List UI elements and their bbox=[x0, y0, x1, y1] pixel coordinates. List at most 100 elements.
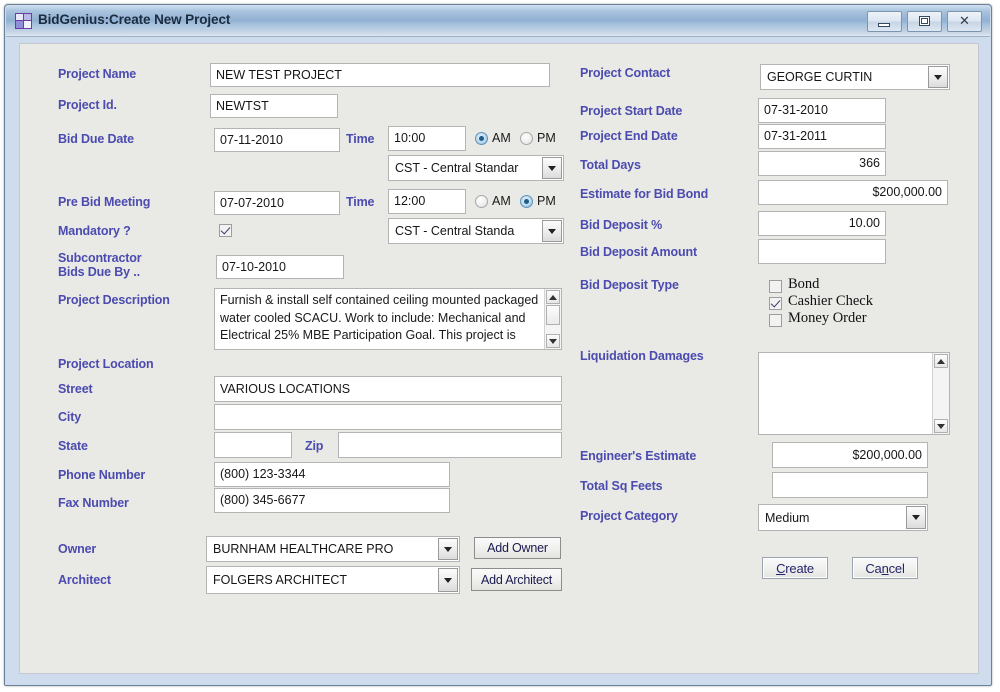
phone-number-input[interactable]: (800) 123-3344 bbox=[214, 462, 450, 487]
project-description-textarea[interactable]: Furnish & install self contained ceiling… bbox=[214, 288, 562, 350]
bid-due-am-label: AM bbox=[492, 131, 511, 145]
project-location-label: Project Location bbox=[58, 357, 154, 371]
project-contact-select[interactable]: GEORGE CURTIN bbox=[760, 64, 950, 90]
bid-due-date-input[interactable]: 07-11-2010 bbox=[214, 128, 340, 152]
app-window-icon bbox=[15, 13, 32, 29]
mandatory-label: Mandatory ? bbox=[58, 224, 131, 238]
total-days-label: Total Days bbox=[580, 158, 641, 172]
mandatory-checkbox[interactable] bbox=[219, 224, 232, 237]
bid-due-pm-label: PM bbox=[537, 131, 556, 145]
project-contact-value: GEORGE CURTIN bbox=[761, 70, 928, 84]
engineers-estimate-label: Engineer's Estimate bbox=[580, 449, 696, 463]
estimate-for-bid-bond-input[interactable]: $200,000.00 bbox=[758, 180, 948, 205]
estimate-for-bid-bond-label: Estimate for Bid Bond bbox=[580, 187, 708, 201]
maximize-icon bbox=[919, 16, 930, 26]
project-start-date-input[interactable]: 07-31-2010 bbox=[758, 98, 886, 123]
add-owner-button[interactable]: Add Owner bbox=[474, 537, 561, 559]
project-start-date-label: Project Start Date bbox=[580, 104, 682, 118]
architect-select[interactable]: FOLGERS ARCHITECT bbox=[206, 566, 460, 594]
pre-bid-time-label: Time bbox=[346, 195, 374, 209]
liquidation-damages-textarea[interactable] bbox=[758, 352, 950, 435]
project-category-label: Project Category bbox=[580, 509, 678, 523]
bid-deposit-amount-input[interactable] bbox=[758, 239, 886, 264]
city-input[interactable] bbox=[214, 404, 562, 430]
add-architect-button[interactable]: Add Architect bbox=[471, 568, 562, 591]
total-sq-feets-label: Total Sq Feets bbox=[580, 479, 662, 493]
bid-due-am-radio[interactable] bbox=[475, 132, 488, 145]
liquidation-damages-scrollbar[interactable] bbox=[932, 353, 949, 434]
title-bar[interactable]: BidGenius:Create New Project ✕ bbox=[6, 6, 990, 37]
project-name-label: Project Name bbox=[58, 67, 136, 81]
project-name-input[interactable]: NEW TEST PROJECT bbox=[210, 63, 550, 87]
pre-bid-meeting-date-input[interactable]: 07-07-2010 bbox=[214, 191, 340, 215]
pre-bid-pm-label: PM bbox=[537, 194, 556, 208]
project-description-label: Project Description bbox=[58, 293, 170, 307]
chevron-down-icon[interactable] bbox=[438, 568, 458, 592]
close-icon: ✕ bbox=[957, 14, 972, 29]
scroll-down-icon[interactable] bbox=[546, 334, 560, 348]
bid-deposit-type-cashier-check-label: Cashier Check bbox=[788, 293, 873, 310]
scroll-thumb[interactable] bbox=[546, 305, 560, 325]
application-window: BidGenius:Create New Project ✕ Project N… bbox=[4, 4, 992, 686]
scroll-up-icon[interactable] bbox=[546, 290, 560, 304]
close-button[interactable]: ✕ bbox=[947, 11, 982, 32]
bid-deposit-type-bond-label: Bond bbox=[788, 276, 819, 293]
project-contact-label: Project Contact bbox=[580, 66, 670, 80]
chevron-down-icon[interactable] bbox=[928, 66, 948, 88]
chevron-down-icon[interactable] bbox=[542, 157, 562, 179]
project-category-value: Medium bbox=[759, 511, 906, 525]
bid-due-timezone-select[interactable]: CST - Central Standar bbox=[388, 155, 564, 181]
state-input[interactable] bbox=[214, 432, 292, 458]
city-label: City bbox=[58, 410, 81, 424]
bid-deposit-type-label: Bid Deposit Type bbox=[580, 278, 679, 292]
owner-select[interactable]: BURNHAM HEALTHCARE PRO bbox=[206, 536, 460, 562]
bid-due-timezone-value: CST - Central Standar bbox=[389, 161, 542, 175]
subcontractor-bids-due-label: Subcontractor Bids Due By .. bbox=[58, 252, 141, 279]
minimize-icon bbox=[878, 23, 890, 27]
bid-deposit-type-money-order-label: Money Order bbox=[788, 310, 867, 327]
project-id-input[interactable]: NEWTST bbox=[210, 94, 338, 118]
zip-label: Zip bbox=[305, 439, 323, 453]
bid-due-date-label: Bid Due Date bbox=[58, 132, 134, 146]
scroll-down-icon[interactable] bbox=[934, 419, 948, 433]
bid-due-pm-radio[interactable] bbox=[520, 132, 533, 145]
subcontractor-bids-due-input[interactable]: 07-10-2010 bbox=[216, 255, 344, 279]
scroll-up-icon[interactable] bbox=[934, 354, 948, 368]
chevron-down-icon[interactable] bbox=[438, 538, 458, 560]
bid-deposit-pct-input[interactable]: 10.00 bbox=[758, 211, 886, 236]
total-days-input[interactable]: 366 bbox=[758, 151, 886, 176]
pre-bid-pm-radio[interactable] bbox=[520, 195, 533, 208]
bid-deposit-type-money-order-checkbox[interactable] bbox=[769, 314, 782, 327]
engineers-estimate-input[interactable]: $200,000.00 bbox=[772, 442, 928, 468]
pre-bid-meeting-label: Pre Bid Meeting bbox=[58, 195, 150, 209]
chevron-down-icon[interactable] bbox=[906, 506, 926, 529]
pre-bid-am-label: AM bbox=[492, 194, 511, 208]
fax-number-input[interactable]: (800) 345-6677 bbox=[214, 488, 450, 513]
architect-label: Architect bbox=[58, 573, 111, 587]
owner-value: BURNHAM HEALTHCARE PRO bbox=[207, 542, 438, 556]
state-label: State bbox=[58, 439, 88, 453]
bid-due-time-input[interactable]: 10:00 bbox=[388, 126, 466, 151]
description-scrollbar[interactable] bbox=[544, 289, 561, 349]
street-input[interactable]: VARIOUS LOCATIONS bbox=[214, 376, 562, 402]
create-button-label: Create bbox=[776, 561, 814, 576]
cancel-button-label: Cancel bbox=[865, 561, 904, 576]
project-category-select[interactable]: Medium bbox=[758, 504, 928, 531]
minimize-button[interactable] bbox=[867, 11, 902, 32]
total-sq-feets-input[interactable] bbox=[772, 472, 928, 498]
bid-deposit-type-bond-checkbox[interactable] bbox=[769, 280, 782, 293]
form-panel: Project Name NEW TEST PROJECT Project Id… bbox=[19, 43, 979, 674]
chevron-down-icon[interactable] bbox=[542, 220, 562, 242]
pre-bid-am-radio[interactable] bbox=[475, 195, 488, 208]
maximize-button[interactable] bbox=[907, 11, 942, 32]
project-end-date-input[interactable]: 07-31-2011 bbox=[758, 124, 886, 149]
pre-bid-timezone-select[interactable]: CST - Central Standa bbox=[388, 218, 564, 244]
zip-input[interactable] bbox=[338, 432, 562, 458]
cancel-button[interactable]: Cancel bbox=[852, 557, 918, 579]
owner-label: Owner bbox=[58, 542, 96, 556]
window-controls: ✕ bbox=[867, 11, 982, 32]
bid-deposit-type-cashier-check-checkbox[interactable] bbox=[769, 297, 782, 310]
create-button[interactable]: Create bbox=[762, 557, 828, 579]
project-description-text: Furnish & install self contained ceiling… bbox=[220, 292, 543, 345]
pre-bid-time-input[interactable]: 12:00 bbox=[388, 189, 466, 214]
